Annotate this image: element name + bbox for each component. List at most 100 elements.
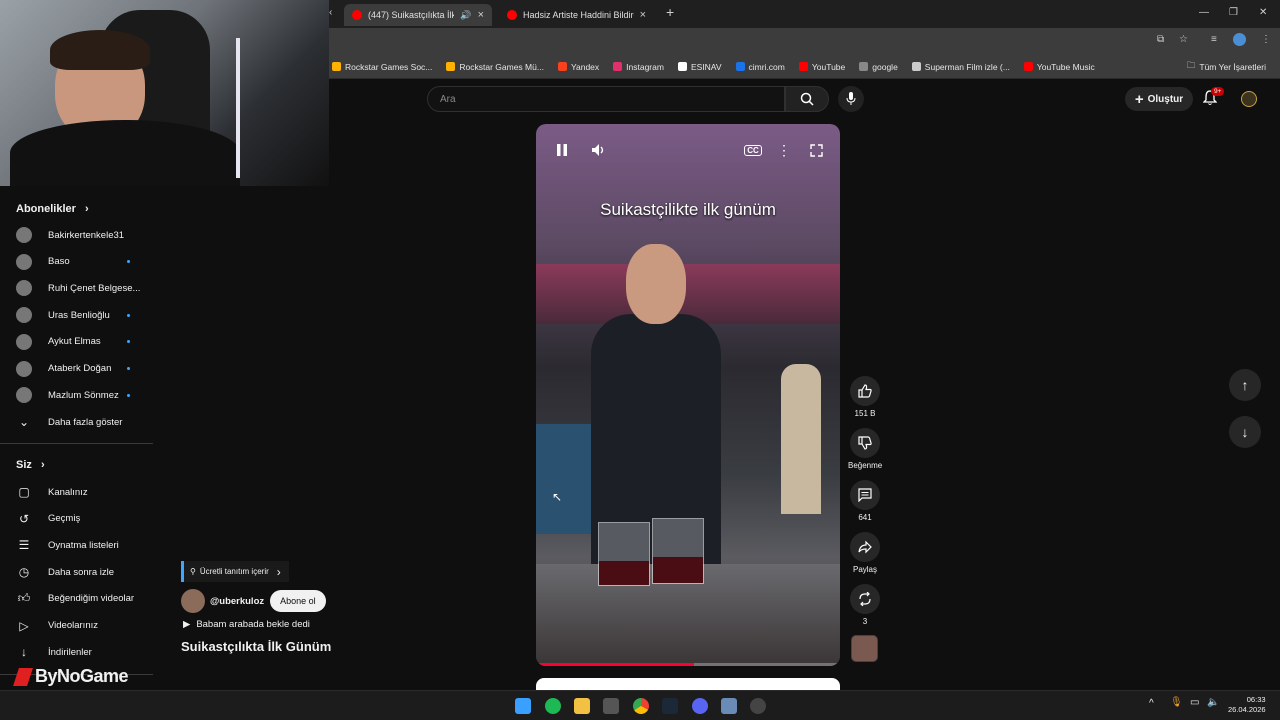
you-item[interactable]: 👍︎ Beğendiğim videolar (16, 588, 156, 610)
tab-active[interactable]: (447) Suikastçılıkta İlk Günü 🔊 × (344, 4, 492, 26)
subscription-item[interactable]: Aykut Elmas (16, 331, 156, 353)
pause-button[interactable] (550, 138, 574, 162)
bookmark-item[interactable]: Instagram (613, 62, 664, 72)
subscription-item[interactable]: Mazlum Sönmez (16, 384, 156, 406)
subscription-item[interactable]: Bakirkertenkele31 (16, 224, 156, 246)
network-icon[interactable]: ▭ (1190, 697, 1199, 708)
fullscreen-button[interactable] (804, 138, 828, 162)
bookmark-item[interactable]: YouTube Music (1023, 62, 1095, 72)
bookmark-item[interactable]: Yandex (557, 62, 599, 72)
you-item[interactable]: ↺ Geçmiş (16, 508, 156, 530)
search-input[interactable]: Ara (427, 86, 785, 112)
subscription-item[interactable]: Baso (16, 251, 156, 273)
remix-button[interactable]: 3 (848, 584, 882, 626)
discord-icon[interactable] (692, 698, 708, 714)
paid-promotion-badge[interactable]: ⚲ Ücretli tanıtım içerir › (181, 561, 289, 582)
video-progress-fill (536, 663, 695, 666)
cc-icon: CC (744, 144, 762, 156)
you-header[interactable]: Siz › (16, 459, 45, 471)
share-label: Paylaş (852, 565, 877, 574)
tray-chevron-icon[interactable]: ^ (1149, 698, 1154, 709)
tab-inactive[interactable]: Hadsiz Artiste Haddini Bildiren × (499, 4, 654, 26)
like-button[interactable]: 151 B (848, 376, 882, 418)
bookmark-label: ESINAV (690, 61, 722, 72)
channel-avatar (16, 253, 32, 270)
subscription-item[interactable]: Uras Benlioğlu (16, 304, 156, 326)
settings-icon[interactable] (750, 698, 766, 714)
show-more-button[interactable]: ⌄ Daha fazla göster (16, 411, 156, 433)
subscription-item[interactable]: Ataberk Doğan (16, 358, 156, 380)
maximize-icon[interactable]: ❐ (1229, 7, 1238, 18)
menu-icon[interactable]: ⋮ (1261, 34, 1271, 45)
chrome-icon[interactable] (633, 698, 649, 714)
speaker-tray-icon[interactable]: 🔈 (1207, 697, 1219, 708)
history-icon: ↺ (18, 511, 30, 526)
bookmark-item[interactable]: Superman Film izle (... (911, 62, 1010, 72)
subscription-name: Aykut Elmas (48, 336, 101, 348)
bookmark-item[interactable]: google (859, 62, 898, 72)
chevron-right-icon: › (84, 203, 89, 215)
subscriptions-title: Abonelikler (16, 203, 76, 215)
video-progress-bar[interactable] (536, 663, 840, 666)
comments-button[interactable]: 641 (848, 480, 882, 522)
create-button[interactable]: + Oluştur (1125, 87, 1193, 111)
search-placeholder: Ara (440, 93, 456, 105)
install-icon[interactable]: ⧉ (1157, 34, 1164, 45)
you-item[interactable]: ◷ Daha sonra izle (16, 561, 156, 583)
captions-button[interactable]: CC (741, 138, 765, 162)
next-short-button[interactable]: ↓ (1229, 416, 1261, 448)
bookmark-item[interactable]: ESINAV (677, 61, 722, 72)
spotify-icon[interactable] (545, 698, 561, 714)
steam-icon[interactable] (662, 698, 678, 714)
new-tab-button[interactable]: + (666, 4, 674, 20)
remix-icon (850, 584, 880, 614)
app-icon[interactable] (721, 698, 737, 714)
you-item[interactable]: ▷ Videolarınız (16, 615, 156, 637)
notifications-button[interactable]: 9+ (1202, 87, 1225, 106)
bookmark-item[interactable]: YouTube (798, 62, 845, 72)
bookmark-item[interactable]: Rockstar Games Mü... (446, 62, 544, 72)
voice-search-button[interactable] (838, 86, 864, 112)
tab-close-icon[interactable]: × (640, 9, 646, 21)
more-options-button[interactable]: ⋮ (772, 138, 796, 162)
speaker-icon[interactable]: 🔊 (460, 10, 471, 21)
all-bookmarks[interactable]: 🗀 Tüm Yer İşaretleri (1187, 60, 1266, 74)
subscriptions-header[interactable]: Abonelikler › (16, 203, 89, 215)
search-button[interactable] (785, 86, 829, 112)
volume-button[interactable] (586, 138, 610, 162)
short-video-player[interactable]: CC ⋮ Suikastçilikte ilk günüm (536, 124, 840, 666)
bookmark-item[interactable]: Rockstar Games Soc... (332, 62, 432, 72)
media-icon[interactable]: ≡ (1211, 34, 1217, 45)
audio-track-link[interactable]: ▶ Babam arabada bekle dedi (183, 619, 310, 630)
account-avatar[interactable] (1241, 91, 1257, 107)
profile-avatar[interactable] (1233, 33, 1246, 46)
subscribe-button[interactable]: Abone ol (270, 590, 326, 612)
share-icon (850, 532, 880, 562)
share-button[interactable]: Paylaş (848, 532, 882, 574)
bookmark-label: google (872, 61, 898, 72)
bookmark-favicon-icon (557, 62, 567, 71)
dislike-button[interactable]: Beğenme (848, 428, 882, 470)
tab-close-icon[interactable]: × (478, 9, 484, 21)
bookmark-item[interactable]: cimri.com (735, 62, 785, 72)
you-item[interactable]: ☰ Oynatma listeleri (16, 534, 156, 556)
channel-avatar[interactable] (181, 589, 205, 613)
channel-name[interactable]: @uberkuloz (210, 596, 264, 607)
subscription-name: Baso (48, 256, 70, 268)
window-close-icon[interactable]: ✕ (1259, 7, 1267, 18)
mic-tray-icon[interactable]: 🎙 (1170, 697, 1183, 708)
file-explorer-icon[interactable] (574, 698, 590, 714)
star-icon[interactable]: ☆ (1179, 34, 1188, 45)
previous-short-button[interactable]: ↑ (1229, 369, 1261, 401)
you-item[interactable]: ▢ Kanalınız (16, 481, 156, 503)
minimize-icon[interactable]: — (1199, 7, 1209, 18)
clock[interactable]: 06:33 26.04.2026 (1228, 695, 1266, 715)
search-icon (800, 92, 814, 106)
windows-start-icon[interactable] (515, 698, 531, 714)
tab-scroll-left-icon[interactable]: ‹ (329, 7, 332, 18)
store-icon[interactable] (603, 698, 619, 714)
bookmark-favicon-icon (859, 62, 869, 71)
you-item[interactable]: ↓ İndirilenler (16, 641, 156, 663)
sound-thumbnail[interactable] (851, 635, 878, 662)
subscription-item[interactable]: Ruhi Çenet Belgese... (16, 277, 156, 299)
